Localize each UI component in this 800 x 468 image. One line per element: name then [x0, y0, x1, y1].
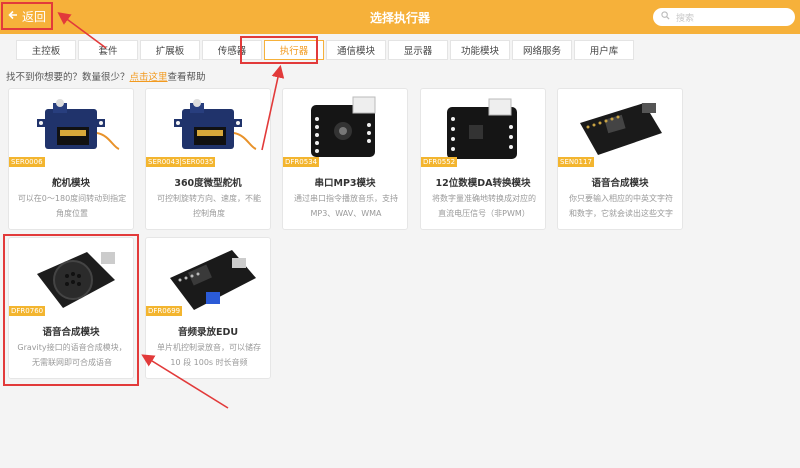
- module-code: SEN0117: [558, 157, 594, 167]
- tab-display[interactable]: 显示器: [388, 40, 448, 60]
- module-card[interactable]: DFR0552 12位数模DA转换模块 将数字量准确地转换成对应的直流电压信号（…: [420, 88, 546, 230]
- module-card[interactable]: DFR0534 串口MP3模块 通过串口指令播放音乐，支持MP3、WAV、WMA: [282, 88, 408, 230]
- module-name: 360度微型舵机: [174, 178, 242, 189]
- annotation-box-actuator-tab: [240, 36, 318, 64]
- module-name: 音频录放EDU: [177, 327, 239, 338]
- tab-expansion-board[interactable]: 扩展板: [140, 40, 200, 60]
- help-hint: 找不到你想要的？数量很少？点击这里查看帮助: [6, 69, 206, 83]
- module-description: 单片机控制录放音，可以储存10 段 100s 时长音频: [157, 343, 261, 367]
- annotation-box-back: [1, 2, 53, 30]
- module-description: 你只要输入相应的中英文字符和数字，它就会读出这些文字: [569, 194, 673, 218]
- module-card[interactable]: DFR0699 音频录放EDU 单片机控制录放音，可以储存10 段 100s 时…: [145, 237, 271, 379]
- search-placeholder: 搜索: [676, 13, 695, 24]
- module-card[interactable]: SER0006 舵机模块 可以在0～180度间转动到指定角度位置: [8, 88, 134, 230]
- module-description: 通过串口指令播放音乐，支持MP3、WAV、WMA: [294, 194, 398, 218]
- tab-kit[interactable]: 套件: [78, 40, 138, 60]
- tab-main-board[interactable]: 主控板: [16, 40, 76, 60]
- module-name: 12位数模DA转换模块: [435, 178, 531, 189]
- module-description: 可以在0～180度间转动到指定角度位置: [17, 194, 127, 218]
- module-name: 语音合成模块: [591, 178, 649, 189]
- module-description: 可控制旋转方向、速度，不能控制角度: [157, 194, 261, 218]
- module-card[interactable]: SER0043|SER0035 360度微型舵机 可控制旋转方向、速度，不能控制…: [145, 88, 271, 230]
- help-link[interactable]: 点击这里: [130, 72, 168, 83]
- module-code: DFR0534: [283, 157, 320, 167]
- search-input[interactable]: 搜索: [653, 8, 795, 26]
- module-code: SER0006: [9, 157, 45, 167]
- category-tabs: 主控板 套件 扩展板 传感器 执行器 通信模块 显示器 功能模块 网络服务 用户…: [16, 40, 634, 60]
- module-code: DFR0552: [421, 157, 458, 167]
- hint-suffix: 查看帮助: [167, 72, 206, 83]
- module-description: 将数字量准确地转换成对应的直流电压信号（非PWM）: [432, 194, 536, 218]
- tab-network-service[interactable]: 网络服务: [512, 40, 572, 60]
- tab-function-module[interactable]: 功能模块: [450, 40, 510, 60]
- module-name: 串口MP3模块: [314, 178, 376, 189]
- module-card[interactable]: SEN0117 语音合成模块 你只要输入相应的中英文字符和数字，它就会读出这些文…: [557, 88, 683, 230]
- tab-user-library[interactable]: 用户库: [574, 40, 634, 60]
- module-code: DFR0699: [146, 306, 183, 316]
- top-bar: 返回 选择执行器 搜索: [0, 0, 800, 34]
- module-name: 舵机模块: [51, 178, 90, 189]
- annotation-box-card: [3, 234, 139, 386]
- search-icon: [661, 11, 670, 23]
- hint-text: 找不到你想要的？数量很少？: [6, 72, 130, 83]
- tab-communication[interactable]: 通信模块: [326, 40, 386, 60]
- module-code: SER0043|SER0035: [146, 157, 216, 167]
